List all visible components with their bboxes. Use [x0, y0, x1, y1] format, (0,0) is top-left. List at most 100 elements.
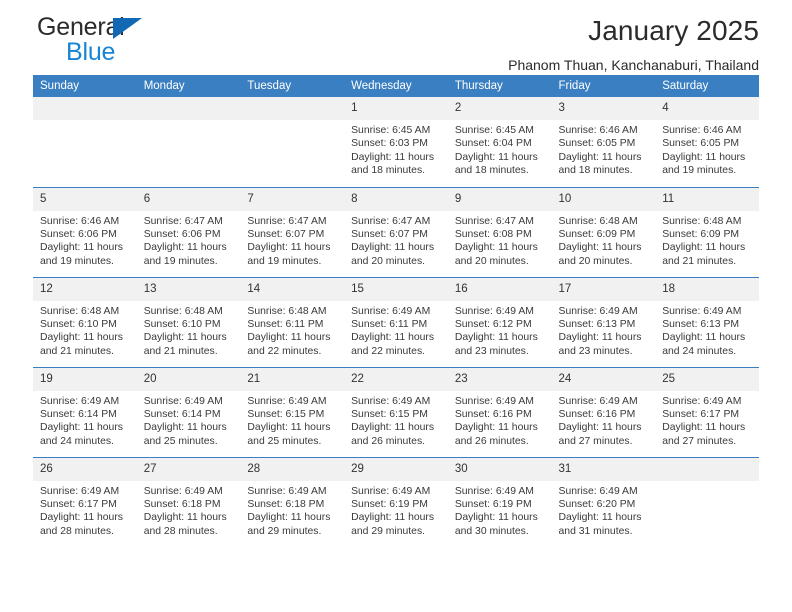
- day-sun-info: Sunrise: 6:49 AM Sunset: 6:11 PM Daylight:…: [344, 301, 448, 359]
- sunset-text: Sunset: 6:14 PM: [40, 408, 117, 420]
- day-number: 31: [551, 457, 656, 481]
- day-number: 8: [344, 187, 448, 211]
- daylight-text-line2: and 21 minutes.: [40, 345, 114, 357]
- day-cell[interactable]: 22 Sunrise: 6:49 AM Sunset: 6:15 PM Dayligh…: [344, 366, 448, 457]
- day-cell[interactable]: 28 Sunrise: 6:49 AM Sunset: 6:18 PM Dayligh…: [240, 456, 345, 547]
- daylight-text-line2: and 19 minutes.: [247, 255, 322, 267]
- day-sun-info: Sunrise: 6:49 AM Sunset: 6:14 PM Daylight:…: [137, 391, 241, 449]
- sunset-text: Sunset: 6:09 PM: [662, 228, 740, 240]
- day-number: 27: [136, 457, 241, 481]
- day-cell[interactable]: 30 Sunrise: 6:49 AM Sunset: 6:19 PM Dayligh…: [447, 456, 552, 547]
- sunrise-text: Sunrise: 6:46 AM: [558, 125, 638, 136]
- daylight-text-line2: and 27 minutes.: [662, 435, 737, 447]
- day-cell[interactable]: 18 Sunrise: 6:49 AM Sunset: 6:13 PM Dayligh…: [655, 276, 759, 367]
- day-number: 4: [655, 97, 759, 120]
- sunset-text: Sunset: 6:16 PM: [454, 408, 532, 420]
- sunrise-text: Sunrise: 6:49 AM: [662, 395, 742, 407]
- day-number: 3: [551, 97, 656, 120]
- day-sun-info: Sunrise: 6:49 AM Sunset: 6:13 PM Daylight:…: [655, 301, 759, 359]
- day-cell[interactable]: 2 Sunrise: 6:45 AM Sunset: 6:04 PM Daylight…: [447, 97, 552, 187]
- day-cell[interactable]: 24 Sunrise: 6:49 AM Sunset: 6:16 PM Dayligh…: [551, 366, 656, 457]
- day-sun-info: Sunrise: 6:49 AM Sunset: 6:19 PM Daylight:…: [344, 481, 448, 539]
- daylight-text-line2: and 18 minutes.: [454, 165, 529, 177]
- day-cell[interactable]: 23 Sunrise: 6:49 AM Sunset: 6:16 PM Dayligh…: [447, 366, 552, 457]
- daylight-text-line2: and 27 minutes.: [558, 435, 633, 447]
- day-sun-info: Sunrise: 6:48 AM Sunset: 6:10 PM Daylight:…: [33, 301, 137, 359]
- sunset-text: Sunset: 6:09 PM: [558, 228, 636, 240]
- day-cell[interactable]: 5 Sunrise: 6:46 AM Sunset: 6:06 PM Daylight…: [33, 186, 137, 277]
- generalblue-logo[interactable]: General Blue: [37, 13, 187, 69]
- sunset-text: Sunset: 6:08 PM: [454, 228, 532, 240]
- sunset-text: Sunset: 6:06 PM: [143, 228, 221, 240]
- day-cell[interactable]: 21 Sunrise: 6:49 AM Sunset: 6:15 PM Dayligh…: [240, 366, 345, 457]
- day-cell[interactable]: 4 Sunrise: 6:46 AM Sunset: 6:05 PM Daylight…: [655, 97, 759, 187]
- day-sun-info: Sunrise: 6:49 AM Sunset: 6:14 PM Daylight:…: [33, 391, 137, 449]
- day-sun-info: Sunrise: 6:46 AM Sunset: 6:05 PM Daylight:…: [655, 120, 759, 178]
- calendar-week-row: 19 Sunrise: 6:49 AM Sunset: 6:14 PM Dayligh…: [33, 366, 759, 457]
- day-cell[interactable]: 9 Sunrise: 6:47 AM Sunset: 6:08 PM Daylight…: [447, 186, 552, 277]
- day-cell[interactable]: 6 Sunrise: 6:47 AM Sunset: 6:06 PM Daylight…: [136, 186, 241, 277]
- sunrise-text: Sunrise: 6:49 AM: [351, 305, 431, 317]
- day-cell[interactable]: 3 Sunrise: 6:46 AM Sunset: 6:05 PM Daylight…: [551, 97, 656, 187]
- daylight-text-line2: and 18 minutes.: [351, 165, 426, 177]
- title-block: January 2025 Phanom Thuan, Kanchanaburi,…: [508, 0, 759, 75]
- daylight-text-line2: and 20 minutes.: [351, 255, 426, 267]
- sunset-text: Sunset: 6:04 PM: [454, 138, 532, 150]
- sunset-text: Sunset: 6:14 PM: [143, 408, 221, 420]
- sunset-text: Sunset: 6:07 PM: [351, 228, 428, 240]
- day-sun-info: Sunrise: 6:49 AM Sunset: 6:20 PM Daylight:…: [552, 481, 656, 539]
- day-number: 20: [136, 367, 241, 391]
- day-number: 28: [240, 457, 345, 481]
- sunrise-text: Sunrise: 6:49 AM: [558, 485, 638, 497]
- daylight-text-line1: Daylight: 11 hours: [351, 242, 435, 254]
- day-cell[interactable]: 8 Sunrise: 6:47 AM Sunset: 6:07 PM Daylight…: [344, 186, 448, 277]
- daylight-text-line1: Daylight: 11 hours: [662, 422, 746, 434]
- day-number: [655, 457, 759, 481]
- day-cell[interactable]: 10 Sunrise: 6:48 AM Sunset: 6:09 PM Dayligh…: [551, 186, 656, 277]
- day-cell[interactable]: 19 Sunrise: 6:49 AM Sunset: 6:14 PM Dayligh…: [33, 366, 137, 457]
- daylight-text-line2: and 19 minutes.: [662, 165, 737, 177]
- sunset-text: Sunset: 6:03 PM: [351, 138, 428, 150]
- weekday-header-row: Sunday Monday Tuesday Wednesday Thursday…: [33, 75, 759, 97]
- sunrise-text: Sunrise: 6:49 AM: [143, 395, 223, 407]
- day-cell[interactable]: 20 Sunrise: 6:49 AM Sunset: 6:14 PM Dayligh…: [136, 366, 241, 457]
- day-cell[interactable]: 26 Sunrise: 6:49 AM Sunset: 6:17 PM Dayligh…: [33, 456, 137, 547]
- weekday-header-monday: Monday: [136, 75, 241, 97]
- day-sun-info: Sunrise: 6:49 AM Sunset: 6:16 PM Daylight:…: [552, 391, 656, 449]
- day-number: 22: [344, 367, 448, 391]
- daylight-text-line2: and 30 minutes.: [454, 525, 529, 537]
- sunset-text: Sunset: 6:20 PM: [558, 498, 636, 510]
- daylight-text-line1: Daylight: 11 hours: [40, 242, 123, 254]
- day-number: 17: [551, 277, 656, 301]
- day-cell[interactable]: 14 Sunrise: 6:48 AM Sunset: 6:11 PM Dayligh…: [240, 276, 345, 367]
- daylight-text-line2: and 26 minutes.: [454, 435, 529, 447]
- daylight-text-line1: Daylight: 11 hours: [558, 151, 642, 163]
- daylight-text-line2: and 29 minutes.: [247, 525, 322, 537]
- day-cell[interactable]: 7 Sunrise: 6:47 AM Sunset: 6:07 PM Daylight…: [240, 186, 345, 277]
- sunset-text: Sunset: 6:06 PM: [40, 228, 117, 240]
- day-number: 24: [551, 367, 656, 391]
- day-cell[interactable]: 12 Sunrise: 6:48 AM Sunset: 6:10 PM Dayligh…: [33, 276, 137, 367]
- daylight-text-line1: Daylight: 11 hours: [662, 332, 746, 344]
- sunrise-text: Sunrise: 6:47 AM: [454, 215, 534, 227]
- day-cell[interactable]: 31 Sunrise: 6:49 AM Sunset: 6:20 PM Dayligh…: [551, 456, 656, 547]
- day-sun-info: Sunrise: 6:49 AM Sunset: 6:13 PM Daylight:…: [552, 301, 656, 359]
- day-cell[interactable]: 1 Sunrise: 6:45 AM Sunset: 6:03 PM Daylight…: [344, 97, 448, 187]
- day-cell[interactable]: 25 Sunrise: 6:49 AM Sunset: 6:17 PM Dayligh…: [655, 366, 759, 457]
- day-cell[interactable]: 17 Sunrise: 6:49 AM Sunset: 6:13 PM Dayligh…: [551, 276, 656, 367]
- sunrise-text: Sunrise: 6:47 AM: [143, 215, 223, 227]
- day-number: 9: [447, 187, 552, 211]
- day-sun-info: Sunrise: 6:46 AM Sunset: 6:05 PM Daylight:…: [552, 120, 656, 178]
- day-cell[interactable]: 13 Sunrise: 6:48 AM Sunset: 6:10 PM Dayligh…: [136, 276, 241, 367]
- daylight-text-line2: and 23 minutes.: [454, 345, 529, 357]
- day-cell[interactable]: 29 Sunrise: 6:49 AM Sunset: 6:19 PM Dayligh…: [344, 456, 448, 547]
- day-cell[interactable]: 16 Sunrise: 6:49 AM Sunset: 6:12 PM Dayligh…: [447, 276, 552, 367]
- sunset-text: Sunset: 6:19 PM: [351, 498, 428, 510]
- day-cell[interactable]: 15 Sunrise: 6:49 AM Sunset: 6:11 PM Dayligh…: [344, 276, 448, 367]
- logo-text-blue: Blue: [66, 38, 116, 66]
- day-cell[interactable]: 11 Sunrise: 6:48 AM Sunset: 6:09 PM Dayligh…: [655, 186, 759, 277]
- sunrise-text: Sunrise: 6:48 AM: [143, 305, 223, 317]
- sunrise-text: Sunrise: 6:49 AM: [454, 395, 534, 407]
- day-cell[interactable]: 27 Sunrise: 6:49 AM Sunset: 6:18 PM Dayligh…: [136, 456, 241, 547]
- daylight-text-line1: Daylight: 11 hours: [40, 332, 123, 344]
